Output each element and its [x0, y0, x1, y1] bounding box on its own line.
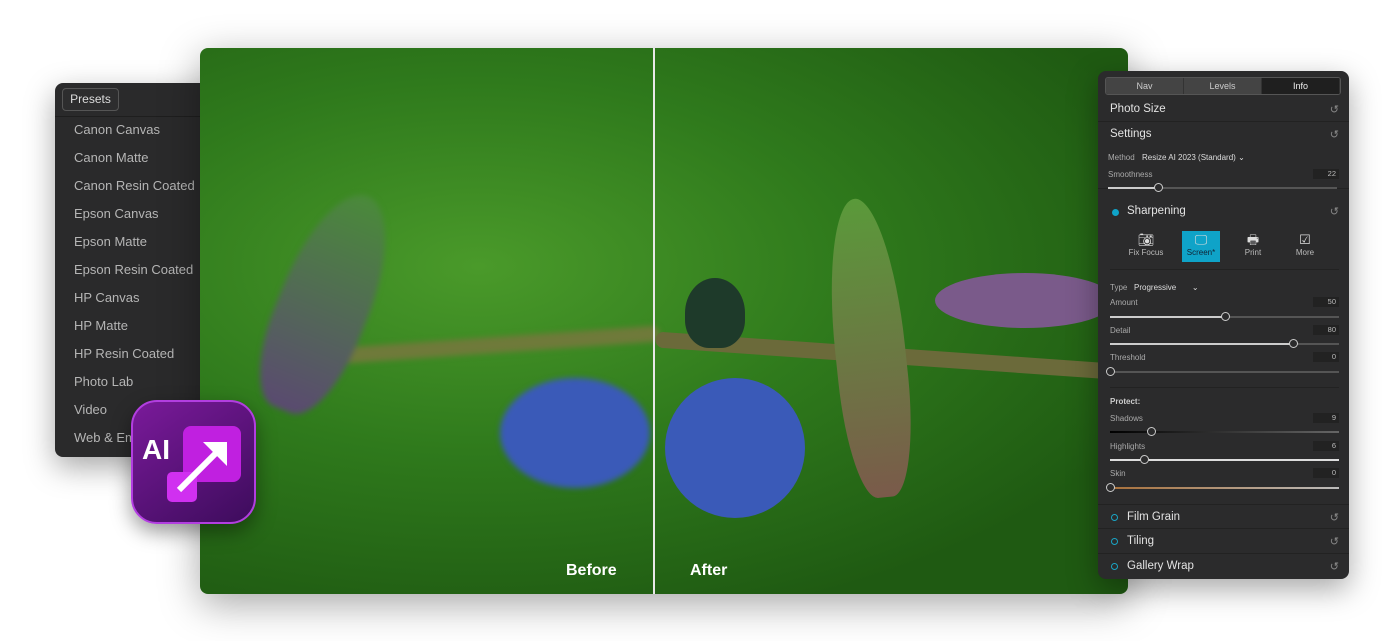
preset-item[interactable]: Epson Matte	[74, 234, 147, 249]
tab-nav[interactable]: Nav	[1106, 78, 1184, 94]
camera-icon: 📷︎	[1137, 232, 1155, 247]
before-label: Before	[566, 562, 617, 579]
chevron-box-icon: ☑︎	[1299, 232, 1311, 247]
shadows-slider[interactable]	[1110, 427, 1339, 436]
printer-icon: 🖶︎	[1246, 232, 1260, 247]
smoothness-label: Smoothness	[1108, 170, 1153, 179]
reset-icon[interactable]: ↺	[1330, 535, 1339, 548]
preset-item[interactable]: Video	[74, 402, 107, 417]
divider	[1110, 269, 1339, 270]
mode-label: Print	[1244, 248, 1262, 257]
before-image	[200, 48, 661, 594]
after-label: After	[690, 562, 728, 579]
sharpening-title: Sharpening	[1127, 205, 1186, 217]
smoothness-value[interactable]: 22	[1313, 169, 1339, 179]
highlights-slider[interactable]	[1110, 455, 1339, 464]
mode-label: Screen*	[1186, 248, 1216, 257]
monitor-icon: 🖵︎	[1194, 232, 1208, 247]
sharpening-enabled-dot[interactable]	[1112, 209, 1119, 216]
preset-item[interactable]: Canon Matte	[74, 150, 148, 165]
film-grain-section[interactable]: Film Grain ↺	[1098, 504, 1349, 529]
preset-item[interactable]: HP Matte	[74, 318, 128, 333]
tiling-title: Tiling	[1127, 535, 1155, 547]
amount-value[interactable]: 50	[1313, 297, 1339, 307]
photo-size-title: Photo Size	[1110, 103, 1166, 115]
threshold-label: Threshold	[1110, 353, 1146, 362]
reset-icon[interactable]: ↺	[1330, 128, 1339, 141]
type-label: Type	[1110, 283, 1128, 292]
tab-levels[interactable]: Levels	[1184, 78, 1262, 94]
tiling-section[interactable]: Tiling ↺	[1098, 529, 1349, 554]
divider	[55, 116, 215, 117]
before-after-photo: Before After	[200, 48, 1128, 594]
threshold-slider[interactable]	[1106, 367, 1339, 376]
detail-label: Detail	[1110, 326, 1131, 335]
amount-label: Amount	[1110, 298, 1138, 307]
chevron-down-icon: ⌄	[1238, 153, 1245, 162]
after-image	[655, 48, 1128, 594]
export-settings-panel: Nav Levels Info Photo Size ↺ Settings ↺ …	[1098, 71, 1349, 579]
type-dropdown[interactable]: Progressive ⌄	[1134, 283, 1199, 292]
settings-section: Settings ↺ Method Resize AI 2023 (Standa…	[1098, 122, 1349, 192]
reset-icon[interactable]: ↺	[1330, 103, 1339, 116]
mode-label: Fix Focus	[1128, 248, 1164, 257]
reset-icon[interactable]: ↺	[1330, 560, 1339, 573]
preset-item[interactable]: HP Resin Coated	[74, 346, 174, 361]
detail-value[interactable]: 80	[1313, 325, 1339, 335]
chevron-down-icon: ⌄	[1191, 283, 1199, 292]
method-label: Method	[1108, 153, 1135, 162]
shadows-label: Shadows	[1110, 414, 1143, 423]
mode-label: More	[1295, 248, 1315, 257]
mode-fix-focus[interactable]: 📷︎ Fix Focus	[1127, 231, 1165, 262]
divider	[1110, 387, 1339, 388]
method-dropdown[interactable]: Resize AI 2023 (Standard) ⌄	[1142, 153, 1245, 162]
presets-button[interactable]: Presets	[62, 88, 119, 111]
method-value: Resize AI 2023 (Standard)	[1142, 153, 1236, 162]
skin-value[interactable]: 0	[1313, 468, 1339, 478]
preset-item[interactable]: Photo Lab	[74, 374, 133, 389]
skin-slider[interactable]	[1106, 483, 1339, 492]
mode-screen[interactable]: 🖵︎ Screen*	[1182, 231, 1220, 262]
gallery-wrap-section[interactable]: Gallery Wrap ↺	[1098, 554, 1349, 579]
skin-label: Skin	[1110, 469, 1126, 478]
detail-slider[interactable]	[1110, 339, 1339, 348]
protect-label: Protect:	[1110, 397, 1141, 406]
reset-icon[interactable]: ↺	[1330, 205, 1339, 218]
tab-info[interactable]: Info	[1262, 78, 1340, 94]
preset-item[interactable]: HP Canvas	[74, 290, 140, 305]
ai-resize-app-icon: AI	[131, 400, 256, 524]
panel-tabs: Nav Levels Info	[1105, 77, 1341, 95]
preset-item[interactable]: Epson Resin Coated	[74, 262, 193, 277]
ai-text: AI	[142, 434, 170, 465]
mode-print[interactable]: 🖶︎ Print	[1234, 231, 1272, 262]
settings-title: Settings	[1110, 128, 1152, 140]
type-value: Progressive	[1134, 283, 1177, 292]
tiling-toggle[interactable]	[1111, 538, 1118, 545]
gallery-wrap-title: Gallery Wrap	[1127, 560, 1194, 572]
before-after-divider-handle[interactable]	[653, 48, 655, 594]
preset-item[interactable]: Epson Canvas	[74, 206, 159, 221]
mode-more[interactable]: ☑︎ More	[1286, 231, 1324, 262]
photo-size-section[interactable]: Photo Size ↺	[1098, 97, 1349, 122]
preset-item[interactable]: Canon Resin Coated	[74, 178, 195, 193]
highlights-value[interactable]: 6	[1313, 441, 1339, 451]
highlights-label: Highlights	[1110, 442, 1146, 451]
threshold-value[interactable]: 0	[1313, 352, 1339, 362]
shadows-value[interactable]: 9	[1313, 413, 1339, 423]
film-grain-title: Film Grain	[1127, 511, 1181, 523]
preset-item[interactable]: Canon Canvas	[74, 122, 160, 137]
gallery-wrap-toggle[interactable]	[1111, 563, 1118, 570]
film-grain-toggle[interactable]	[1111, 514, 1118, 521]
reset-icon[interactable]: ↺	[1330, 511, 1339, 524]
amount-slider[interactable]	[1110, 312, 1339, 321]
